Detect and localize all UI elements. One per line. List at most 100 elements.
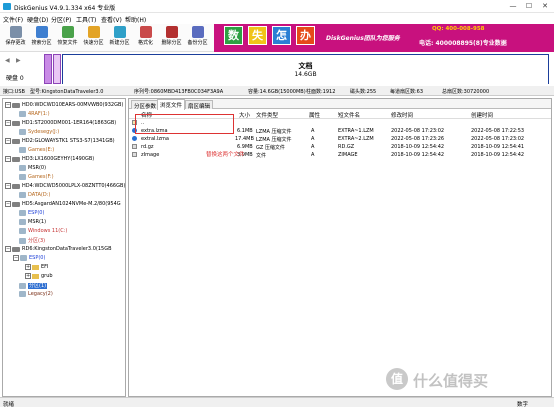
col-attr[interactable]: 属性: [309, 111, 320, 119]
tree-disk-hd0[interactable]: − HD0:WDCWD10EARS-00MVWB0(932GB): [5, 102, 123, 111]
info-total-sectors: 总扇区数:30720000: [442, 89, 490, 95]
col-modified[interactable]: 修改时间: [391, 111, 413, 119]
legacy-partition-bar[interactable]: [53, 54, 61, 84]
menu-partition[interactable]: 分区(P): [51, 15, 71, 24]
col-created[interactable]: 创建时间: [471, 111, 493, 119]
minimize-button[interactable]: —: [506, 2, 520, 11]
menu-disk[interactable]: 硬盘(D): [27, 15, 48, 24]
tree-part[interactable]: Windows 11(C:): [19, 228, 67, 237]
disk-info-bar: 接口:USB 型号:KingstonDataTraveler3.0 序列号:08…: [0, 86, 554, 96]
info-heads: 磁头数:255: [350, 89, 377, 95]
tree-folder[interactable]: + grub: [25, 273, 53, 282]
tree-part[interactable]: Games(F:): [19, 174, 54, 183]
search-partition-button[interactable]: 搜索分区: [31, 25, 52, 50]
maximize-button[interactable]: ☐: [522, 2, 536, 11]
banner-char-3: 怎: [272, 26, 291, 45]
save-changes-button[interactable]: 保存更改: [5, 25, 26, 50]
watermark: 值 什么值得买: [386, 368, 546, 392]
save-icon: [9, 26, 22, 38]
format-button[interactable]: 格式化: [135, 25, 156, 50]
watermark-logo: 值: [386, 368, 408, 390]
tree-part[interactable]: 分区(3): [19, 237, 45, 246]
disk-map: ◀ ▶ 硬盘 0 文档 14.6GB: [0, 53, 554, 85]
recover-icon: [61, 26, 74, 38]
quick-partition-icon: [87, 26, 100, 38]
partition-icon: [20, 255, 27, 261]
tree-part[interactable]: 4RAF(1:): [19, 111, 50, 120]
tab-sector-editor[interactable]: 扇区编辑: [185, 100, 214, 110]
menu-file[interactable]: 文件(F): [3, 15, 23, 24]
tree-disk-rd6[interactable]: − RD6:KingstonDataTraveler3.0(15GB: [5, 246, 112, 255]
annotation-text: 替换这两个文件: [206, 152, 245, 158]
tree-part[interactable]: − ESP(0): [13, 255, 45, 264]
menu-bar: 文件(F) 硬盘(D) 分区(P) 工具(T) 查看(V) 帮助(H): [0, 13, 554, 24]
file-row[interactable]: extral.lzma 17.4MB LZMA 压缩文件 A EXTRA~2.L…: [129, 135, 551, 143]
esp-partition-bar[interactable]: [44, 54, 52, 84]
info-interface: 接口:USB: [3, 89, 25, 95]
recover-files-button[interactable]: 恢复文件: [57, 25, 78, 50]
menu-tools[interactable]: 工具(T): [76, 15, 96, 24]
tab-partition-params[interactable]: 分区参数: [131, 100, 160, 110]
tree-folder[interactable]: + EFI: [25, 264, 49, 273]
partition-name: 文档: [298, 62, 313, 70]
disk-label: 硬盘 0: [6, 75, 24, 82]
disk-icon: [12, 246, 20, 252]
close-button[interactable]: ✕: [538, 2, 552, 11]
backup-partition-button[interactable]: 备份分区: [187, 25, 208, 50]
info-sectors: 每道扇区数:63: [390, 89, 424, 95]
title-bar: DiskGenius V4.9.1.334 x64 专业版 — ☐ ✕: [0, 0, 554, 13]
status-bar: 就绪 数字: [0, 397, 554, 407]
partition-icon: [19, 219, 26, 225]
backup-icon: [191, 26, 204, 38]
new-partition-button[interactable]: 新建分区: [109, 25, 130, 50]
info-serial: 序列号:0860MBD413FB0C034F3A9A: [134, 89, 224, 95]
tree-part[interactable]: Legacy(2): [19, 291, 53, 300]
new-partition-icon: [113, 26, 126, 38]
partition-icon: [19, 291, 26, 297]
partition-icon: [19, 237, 26, 244]
lzma-file-icon: [132, 136, 137, 141]
col-type[interactable]: 文件类型: [256, 111, 278, 119]
quick-partition-button[interactable]: 快速分区: [83, 25, 104, 50]
tree-part[interactable]: Games(E:): [19, 147, 54, 156]
gz-file-icon: [132, 144, 137, 149]
tree-disk-hd5[interactable]: − HD5:AsgardAN1024NVMe-M.2/80(954G: [5, 201, 121, 210]
promo-banner[interactable]: 数 失 怎 办 DiskGenius团队为您服务 QQ: 400-008-958…: [214, 24, 554, 52]
menu-help[interactable]: 帮助(H): [125, 15, 146, 24]
disk-icon: [12, 201, 20, 207]
tree-disk-hd3[interactable]: − HD3:LX1600GEYHY(1490GB): [5, 156, 94, 165]
tree-part[interactable]: ESP(0): [19, 210, 44, 219]
tree-part[interactable]: Sydesegy(J:): [19, 129, 59, 138]
nav-forward-icon[interactable]: ▶: [16, 57, 23, 64]
nav-back-icon[interactable]: ◀: [5, 57, 12, 64]
tree-part[interactable]: DATA(D:): [19, 192, 50, 201]
banner-char-4: 办: [296, 26, 315, 45]
tree-part-selected[interactable]: 分区(1): [19, 282, 48, 291]
highlight-box: [135, 114, 234, 134]
disk-icon: [12, 156, 20, 162]
partition-icon: [19, 210, 26, 216]
folder-icon: [32, 273, 39, 279]
folder-icon: [32, 264, 39, 270]
file-row[interactable]: rd.gz 6.9MB GZ 压缩文件 A RD.GZ 2018-10-09 1…: [129, 143, 551, 151]
banner-phone: 电话: 400008895(8)专业数据: [419, 40, 507, 47]
menu-view[interactable]: 查看(V): [101, 15, 122, 24]
col-short-name[interactable]: 短文件名: [338, 111, 360, 119]
partition-icon: [19, 228, 26, 234]
tree-disk-hd1[interactable]: − HD1:ST2000DM001-1ER164(1863GB): [5, 120, 116, 129]
status-numlock: 数字: [517, 402, 529, 407]
search-icon: [35, 26, 48, 38]
col-size[interactable]: 大小: [239, 111, 250, 119]
tree-part[interactable]: MSR(1): [19, 219, 46, 228]
delete-partition-button[interactable]: 删除分区: [161, 25, 182, 50]
banner-qq: QQ: 400-008-958: [432, 26, 485, 32]
info-model: 型号:KingstonDataTraveler3.0: [30, 89, 104, 95]
tree-disk-hd4[interactable]: − HD4:WDCWD5000LPLX-08ZNTT0(466GB): [5, 183, 125, 192]
tab-browse-files[interactable]: 浏览文件: [157, 99, 186, 110]
file-row[interactable]: zImage 3.9MB 文件 A ZIMAGE 2018-10-09 12:5…: [129, 151, 551, 159]
file-browser-panel: 分区参数 浏览文件 扇区编辑 名称 大小 文件类型 属性 短文件名 修改时间 创…: [128, 98, 552, 397]
tree-disk-hd2[interactable]: − HD2:GLOWAYSTK1 STS3-S7(1341GB): [5, 138, 115, 147]
watermark-text: 什么值得买: [413, 372, 489, 390]
main-partition-bar[interactable]: 文档 14.6GB: [62, 54, 549, 85]
tree-part[interactable]: MSR(0): [19, 165, 46, 174]
